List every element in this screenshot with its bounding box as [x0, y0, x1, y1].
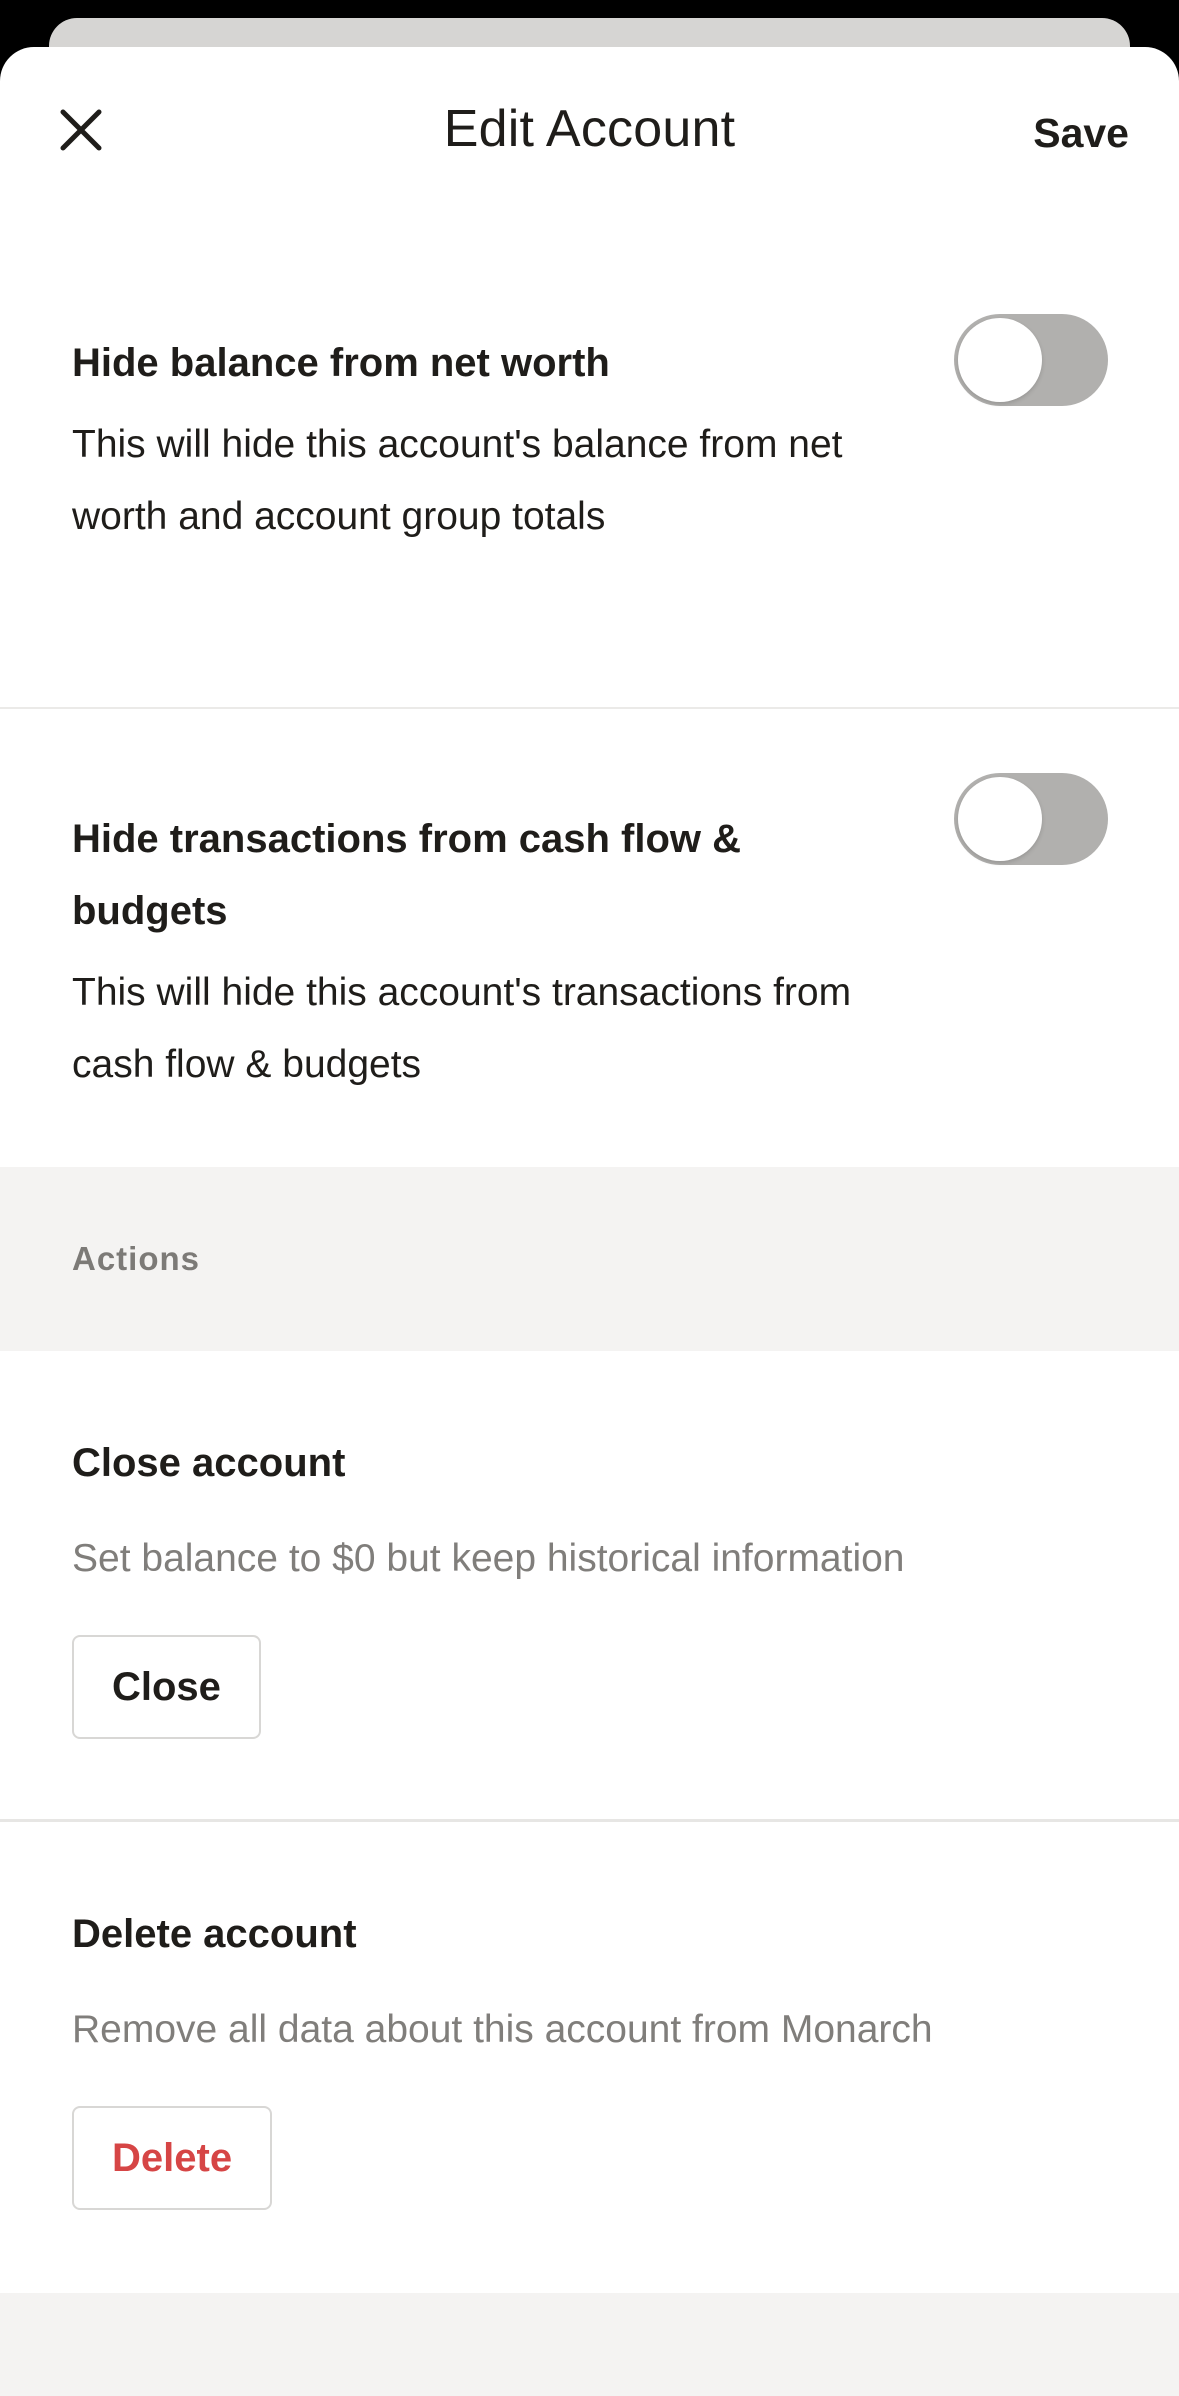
- toggle-hide-transactions[interactable]: [954, 773, 1108, 865]
- sheet-header: Edit Account Save: [0, 47, 1179, 215]
- action-title: Close account: [72, 1441, 346, 1485]
- save-button[interactable]: Save: [1033, 110, 1129, 157]
- toggle-hide-balance[interactable]: [954, 314, 1108, 406]
- action-title: Delete account: [72, 1912, 357, 1956]
- toggle-knob: [958, 777, 1042, 861]
- actions-section-header: Actions: [0, 1167, 1179, 1351]
- sheet-footer: [0, 2293, 1179, 2396]
- toggle-knob: [958, 318, 1042, 402]
- section-label: Actions: [72, 1240, 201, 1277]
- setting-hide-balance: Hide balance from net worth This will hi…: [0, 215, 1179, 709]
- close-account-button[interactable]: Close: [72, 1635, 261, 1739]
- delete-account-button[interactable]: Delete: [72, 2106, 273, 2210]
- setting-description: This will hide this account's transactio…: [72, 971, 852, 1086]
- setting-description: This will hide this account's balance fr…: [72, 423, 843, 538]
- action-description: Set balance to $0 but keep historical in…: [72, 1537, 905, 1580]
- setting-title: Hide transactions from cash flow & budge…: [72, 817, 742, 933]
- delete-account-block: Delete account Remove all data about thi…: [0, 1822, 1179, 2293]
- page-title: Edit Account: [443, 100, 736, 158]
- setting-title: Hide balance from net worth: [72, 341, 610, 385]
- close-account-block: Close account Set balance to $0 but keep…: [0, 1351, 1179, 1822]
- action-description: Remove all data about this account from …: [72, 2008, 933, 2051]
